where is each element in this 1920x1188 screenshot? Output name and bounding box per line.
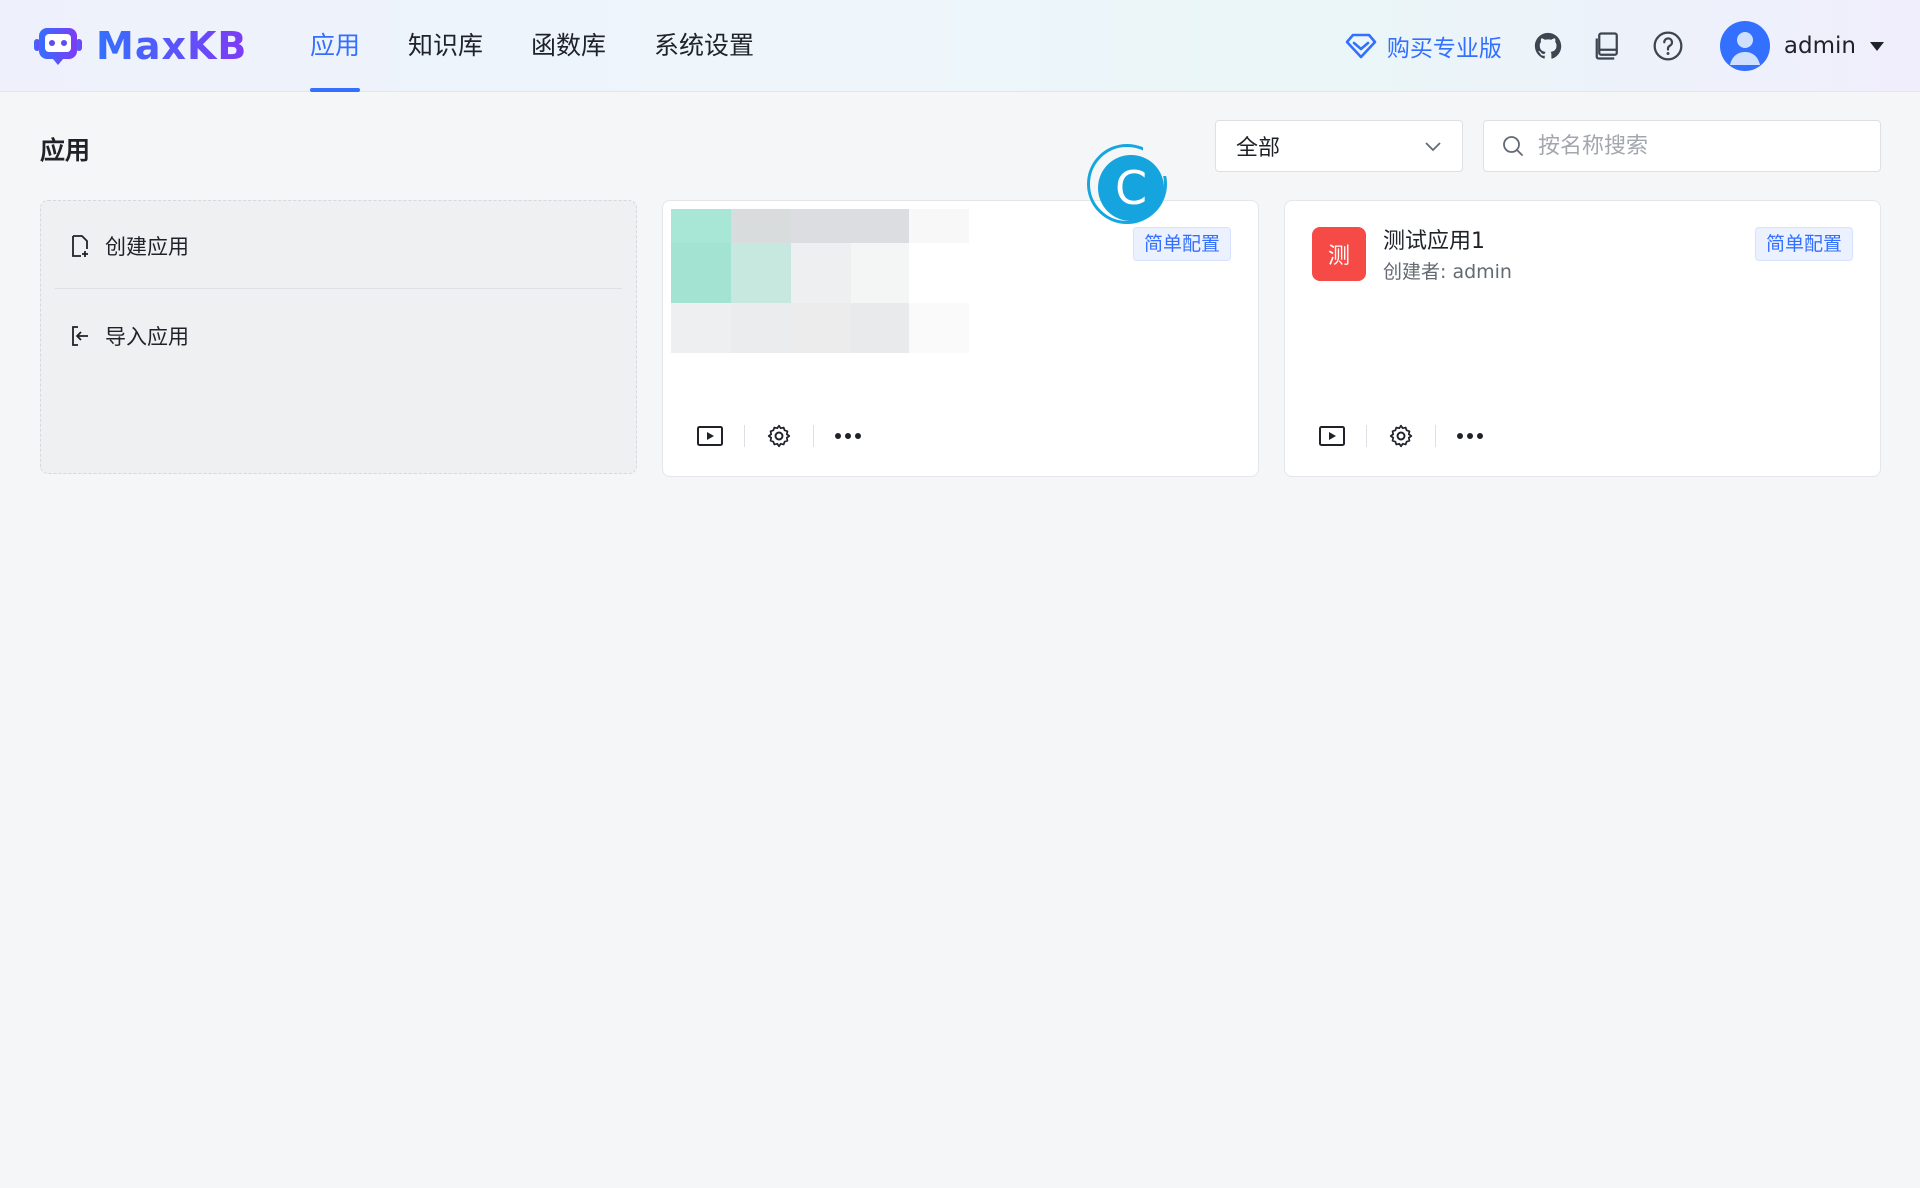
demo-button[interactable] (1317, 421, 1347, 451)
app-type-tag: 简单配置 (1132, 227, 1231, 261)
demo-button[interactable] (695, 421, 725, 451)
book-icon[interactable] (1592, 30, 1624, 62)
chevron-down-icon (1425, 142, 1441, 152)
play-icon (697, 426, 723, 446)
app-creator: 创建者: admin (1383, 261, 1512, 283)
help-icon[interactable] (1652, 30, 1684, 62)
header-actions: 购买专业版 admin (1345, 0, 1884, 92)
page-title: 应用 (40, 136, 91, 165)
divider (55, 288, 622, 289)
robot-logo-icon (33, 25, 83, 67)
settings-button[interactable] (1386, 421, 1416, 451)
filter-select[interactable]: 全部 (1215, 120, 1463, 172)
search-box[interactable] (1483, 120, 1881, 172)
more-button[interactable] (833, 421, 863, 451)
main-nav: 应用 知识库 函数库 系统设置 (310, 0, 802, 92)
create-app-card: 创建应用 导入应用 (40, 200, 637, 474)
play-icon (1319, 426, 1345, 446)
nav-item-knowledge[interactable]: 知识库 (408, 0, 483, 92)
app-avatar: 测 (1312, 227, 1366, 281)
gear-icon (1389, 424, 1413, 448)
card-actions (1317, 421, 1485, 451)
user-name[interactable]: admin (1784, 33, 1856, 59)
top-header: MaxKB 应用 知识库 函数库 系统设置 购买专业版 admin (0, 0, 1920, 92)
more-icon (835, 433, 861, 439)
badge-letter: C (1098, 155, 1164, 221)
import-app-label: 导入应用 (105, 325, 189, 349)
buy-pro-label: 购买专业版 (1386, 36, 1502, 62)
card-actions (695, 421, 863, 451)
more-icon (1457, 433, 1483, 439)
nav-item-settings[interactable]: 系统设置 (654, 0, 754, 92)
gear-icon (767, 424, 791, 448)
import-icon (72, 326, 88, 346)
diamond-icon (1345, 33, 1377, 59)
avatar[interactable] (1719, 21, 1770, 71)
more-button[interactable] (1455, 421, 1485, 451)
app-name: 测试应用1 (1383, 229, 1485, 254)
buy-pro-link[interactable]: 购买专业版 (1345, 29, 1502, 63)
nav-item-apps[interactable]: 应用 (310, 0, 361, 92)
create-app-button[interactable]: 创建应用 (69, 231, 189, 261)
search-icon (1503, 136, 1523, 156)
divider (1366, 425, 1367, 447)
cursor-badge: C (1087, 144, 1167, 224)
app-type-tag: 简单配置 (1754, 227, 1853, 261)
filter-value: 全部 (1236, 136, 1281, 161)
import-app-button[interactable]: 导入应用 (69, 321, 189, 351)
create-app-label: 创建应用 (105, 235, 189, 259)
divider (813, 425, 814, 447)
divider (1435, 425, 1436, 447)
app-card[interactable]: 测 测试应用1 创建者: admin 简单配置 (1284, 200, 1881, 477)
github-icon[interactable] (1532, 30, 1564, 62)
settings-button[interactable] (764, 421, 794, 451)
caret-down-icon[interactable] (1870, 41, 1884, 51)
brand-name: MaxKB (96, 24, 248, 68)
new-file-icon (72, 235, 88, 257)
divider (744, 425, 745, 447)
search-input[interactable] (1538, 133, 1858, 159)
app-card[interactable]: 简单配置 (662, 200, 1259, 477)
nav-item-functions[interactable]: 函数库 (531, 0, 606, 92)
logo[interactable]: MaxKB (33, 24, 247, 68)
